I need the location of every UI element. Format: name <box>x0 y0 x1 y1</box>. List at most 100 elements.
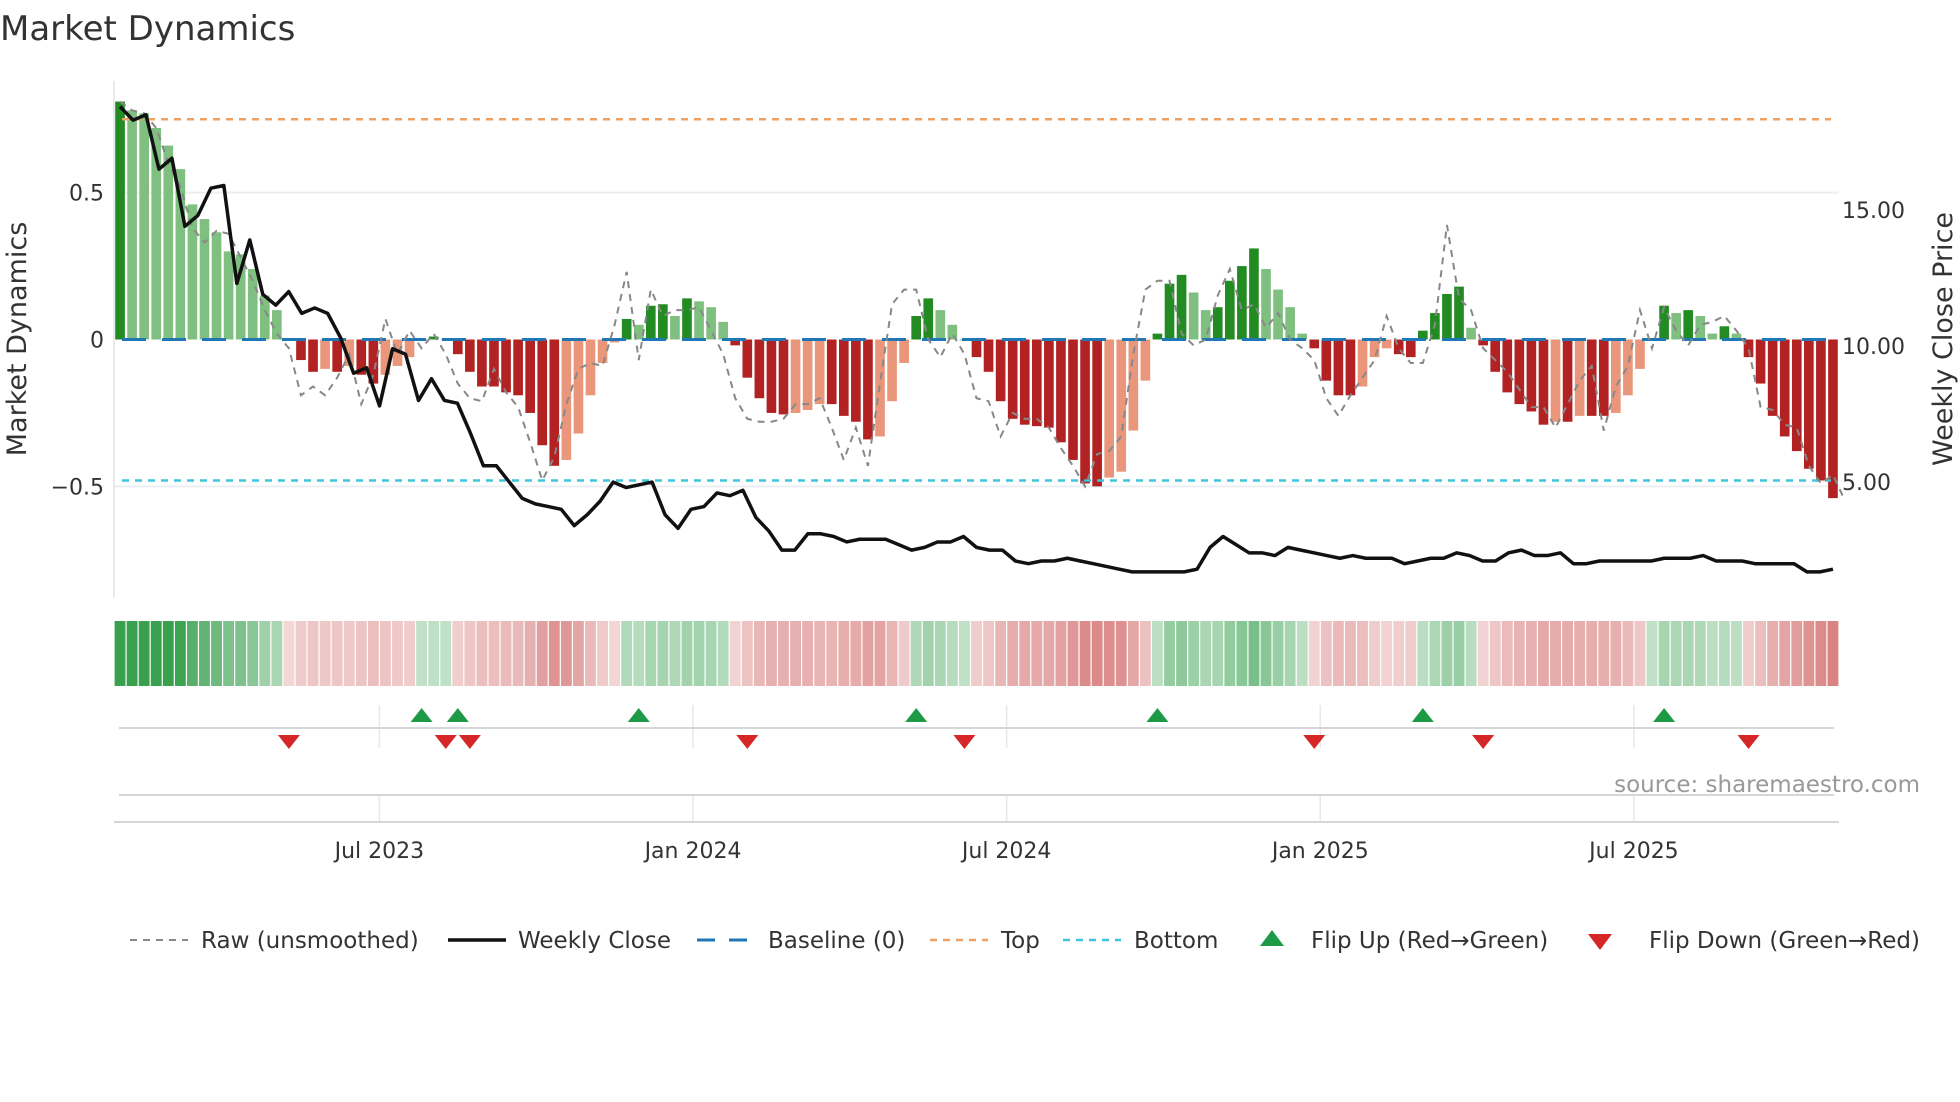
heat-strip-cell <box>1803 621 1815 686</box>
heat-strip-cell <box>1477 621 1489 686</box>
heat-strip-cell <box>1694 621 1706 686</box>
x-tick-label: Jul 2024 <box>960 839 1052 864</box>
y-tick-label-right: 10.00 <box>1842 335 1905 360</box>
heat-strip-cell <box>186 621 198 686</box>
dynamics-bar <box>1164 283 1175 340</box>
dynamics-bar <box>1779 339 1790 437</box>
heat-strip-cell <box>1634 621 1646 686</box>
legend-label: Bottom <box>1134 928 1218 954</box>
flip-down-marker <box>434 735 457 749</box>
dynamics-bar <box>1152 333 1163 340</box>
dynamics-bar <box>670 316 680 340</box>
dynamics-bar <box>513 339 523 396</box>
dynamics-bar <box>1514 339 1525 405</box>
heat-strip-cell <box>1260 621 1272 686</box>
heat-strip-cell <box>946 621 958 686</box>
dynamics-bar <box>1357 339 1368 387</box>
heat-strip-cell <box>1815 621 1827 686</box>
heat-strip-cell <box>1538 621 1549 686</box>
heat-strip-cell <box>609 621 621 686</box>
heat-strip-cell <box>1658 621 1670 686</box>
dynamics-bar <box>1719 326 1730 340</box>
regime-heat-strip <box>114 621 1839 686</box>
legend-label: Raw (unsmoothed) <box>201 928 419 954</box>
dynamics-bar <box>1237 266 1247 340</box>
heat-strip-cell <box>1019 621 1031 686</box>
x-tick-label: Jul 2025 <box>1587 839 1679 864</box>
heat-strip-cell <box>983 621 994 686</box>
dynamics-bar <box>1804 339 1814 469</box>
heat-strip-cell <box>959 621 970 686</box>
dynamics-bar <box>1309 339 1320 349</box>
dynamics-bar <box>826 339 837 405</box>
dynamics-bar <box>139 113 149 340</box>
dynamics-bar <box>814 339 825 405</box>
dynamics-bar <box>211 232 222 340</box>
dynamics-bar <box>1116 339 1127 472</box>
dynamics-bar <box>1635 339 1645 369</box>
heat-strip-cell <box>1031 621 1043 686</box>
heat-strip-cell <box>1586 621 1598 686</box>
flip-down-marker <box>1472 735 1495 749</box>
dynamics-bar <box>645 305 656 340</box>
heat-strip-cell <box>392 621 403 686</box>
heat-strip-cell <box>1103 621 1115 686</box>
dynamics-bar <box>863 339 873 440</box>
source-label: source: sharemaestro.com <box>1614 772 1920 798</box>
dynamics-bar <box>718 321 729 340</box>
heat-strip-cell <box>1429 621 1441 686</box>
dynamics-bar <box>585 339 596 396</box>
dynamics-bar <box>887 339 897 402</box>
dynamics-bar <box>790 339 801 413</box>
dynamics-bar <box>320 339 330 369</box>
legend-label: Top <box>1000 928 1040 954</box>
dynamics-bar <box>1224 280 1235 340</box>
legend-flip-down-icon <box>1588 934 1612 950</box>
flip-up-marker <box>1653 708 1676 722</box>
heat-strip-cell <box>1188 621 1200 686</box>
flip-down-marker <box>1303 735 1326 749</box>
heat-strip-cell <box>295 621 307 686</box>
dynamics-bar <box>971 339 982 358</box>
heat-strip-cell <box>259 621 271 686</box>
heat-strip-cell <box>307 621 319 686</box>
dynamics-bar <box>742 339 753 378</box>
heat-strip-cell <box>1043 621 1055 686</box>
raw-unsmoothed-line <box>119 100 1846 502</box>
dynamics-bar <box>911 316 922 340</box>
heat-strip-cell <box>331 621 343 686</box>
heat-strip-cell <box>1682 621 1694 686</box>
heat-strip-cell <box>1152 621 1163 686</box>
dynamics-bar <box>1321 339 1332 381</box>
x-tick-label: Jan 2024 <box>643 839 742 864</box>
heat-strip-cell <box>319 621 331 686</box>
heat-strip-cell <box>416 621 428 686</box>
heat-strip-cell <box>404 621 415 686</box>
heat-strip-cell <box>247 621 259 686</box>
heat-strip-cell <box>802 621 814 686</box>
heat-strip-cell <box>790 621 801 686</box>
heat-strip-cell <box>1308 621 1320 686</box>
lines-group <box>118 100 1846 574</box>
dynamics-bar <box>766 339 777 413</box>
heat-strip-cell <box>271 621 283 686</box>
heat-strip-cell <box>922 621 934 686</box>
legend-label: Weekly Close <box>518 928 671 954</box>
heat-strip-cell <box>1345 621 1356 686</box>
flip-down-marker <box>736 735 759 749</box>
dynamics-bar <box>1767 339 1778 416</box>
heat-strip-cell <box>1513 621 1525 686</box>
dynamics-bar <box>1345 339 1356 396</box>
flip-markers-panel: Jul 2023 Jan 2024 Jul 2024 Jan 2025 Jul 2025 <box>114 705 1839 864</box>
heat-strip-cell <box>741 621 753 686</box>
heat-strip-cell <box>1139 621 1151 686</box>
heat-strip-cell <box>1224 621 1236 686</box>
dynamics-bar <box>1816 339 1826 481</box>
x-tick-label: Jan 2025 <box>1270 839 1369 864</box>
heat-strip-cell <box>162 621 174 686</box>
heat-strip-cell <box>1598 621 1610 686</box>
dynamics-bar <box>1659 305 1669 340</box>
heat-strip-cell <box>995 621 1007 686</box>
dynamics-bar <box>296 339 306 361</box>
heat-strip-cell <box>1731 621 1742 686</box>
